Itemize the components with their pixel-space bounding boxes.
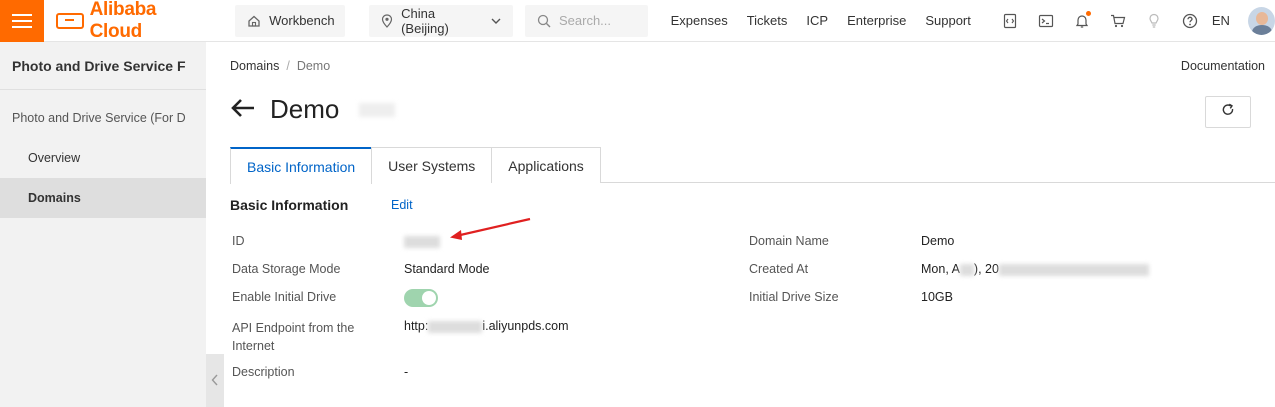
chevron-down-icon [491,17,501,25]
initial-drive-toggle[interactable] [404,289,438,307]
api-endpoint-suffix: i.aliyunpds.com [482,319,569,333]
avatar[interactable] [1247,6,1275,35]
nav-support[interactable]: Support [925,13,971,28]
api-endpoint-label-line1: API Endpoint from the [232,321,355,335]
toolbar-icons [992,10,1208,29]
initial-drive-label: Enable Initial Drive [232,290,337,304]
redacted-endpoint [428,320,483,333]
breadcrumb-current: Demo [296,59,331,73]
tab-basic-information[interactable]: Basic Information [230,147,373,184]
created-at-label: Created At [749,262,809,276]
breadcrumb-domains[interactable]: Domains [230,59,279,73]
domain-name-label: Domain Name [749,234,829,248]
search-placeholder: Search... [558,13,612,28]
tab-applications[interactable]: Applications [491,147,601,183]
redacted-date-1 [959,263,974,276]
language-switcher[interactable]: EN [1212,13,1230,28]
back-arrow-icon[interactable] [230,97,256,123]
storage-mode-value: Standard Mode [404,262,490,276]
home-icon [247,14,261,28]
api-endpoint-label: API Endpoint from the Internet [232,319,354,355]
edit-link[interactable]: Edit [391,198,413,212]
sidebar-item-overview[interactable]: Overview [0,138,206,178]
sidebar-title: Photo and Drive Service F [0,42,206,90]
location-icon [381,13,393,28]
redacted-date-2 [998,263,1149,276]
api-endpoint-label-line2: Internet [232,339,275,353]
notification-dot [1085,10,1091,16]
drive-size-value: 10GB [921,290,953,304]
workbench-button[interactable]: Workbench [235,4,346,37]
workbench-label: Workbench [269,13,335,28]
nav-tickets[interactable]: Tickets [747,13,788,28]
breadcrumb-separator: / [286,59,290,73]
tab-user-systems[interactable]: User Systems [371,147,493,183]
refresh-icon [1221,103,1235,122]
sidebar-item-domains[interactable]: Domains [0,178,206,218]
search-input[interactable]: Search... [524,4,648,37]
notification-bell-icon[interactable] [1064,10,1100,29]
top-nav-links: Expenses Tickets ICP Enterprise Support [671,13,990,28]
annotation-arrow-icon [450,217,531,240]
created-at-prefix: Mon, A [921,262,960,276]
description-value: - [404,365,409,379]
sidebar: Photo and Drive Service F Photo and Driv… [0,42,206,407]
id-value [404,234,440,248]
search-icon [537,14,551,28]
nav-expenses[interactable]: Expenses [671,13,728,28]
breadcrumb: Domains / Demo [230,59,330,73]
drive-size-label: Initial Drive Size [749,290,839,304]
main-content: Domains / Demo Documentation Demo Basic In… [206,42,1275,407]
tab-bar: Basic Information User Systems Applicati… [230,147,1275,184]
menu-icon[interactable] [0,0,45,42]
redacted-id [404,235,440,248]
created-at-value: Mon, A ), 20 [921,262,1149,276]
refresh-button[interactable] [1205,96,1251,128]
alibaba-cloud-logo[interactable]: Alibaba Cloud [56,0,209,42]
description-label: Description [232,365,295,379]
domain-name-value: Demo [921,234,955,248]
storage-mode-label: Data Storage Mode [232,262,341,276]
region-selector[interactable]: China (Beijing) [369,4,513,37]
id-label: ID [232,234,245,248]
redacted-tag [359,102,396,117]
api-endpoint-value: http: i.aliyunpds.com [404,319,568,333]
help-icon[interactable] [1172,13,1208,29]
sidebar-group-label[interactable]: Photo and Drive Service (For D [0,98,206,138]
logo-text: Alibaba Cloud [89,0,157,42]
documentation-link[interactable]: Documentation [1181,59,1265,73]
cart-icon[interactable] [1100,13,1136,29]
top-bar: Alibaba Cloud Workbench China (Beijing) … [0,0,1275,42]
section-title: Basic Information [230,197,349,213]
terminal-icon[interactable] [1028,13,1064,29]
lightbulb-icon[interactable] [1136,13,1172,29]
nav-enterprise[interactable]: Enterprise [847,13,906,28]
api-endpoint-prefix: http: [404,319,429,333]
created-at-mid: ), 20 [973,262,999,276]
title-row: Demo [230,94,396,125]
logo-icon [56,12,84,29]
nav-icp[interactable]: ICP [806,13,828,28]
code-editor-icon[interactable] [992,13,1028,29]
region-label: China (Beijing) [401,5,449,36]
page-title: Demo [270,94,340,124]
